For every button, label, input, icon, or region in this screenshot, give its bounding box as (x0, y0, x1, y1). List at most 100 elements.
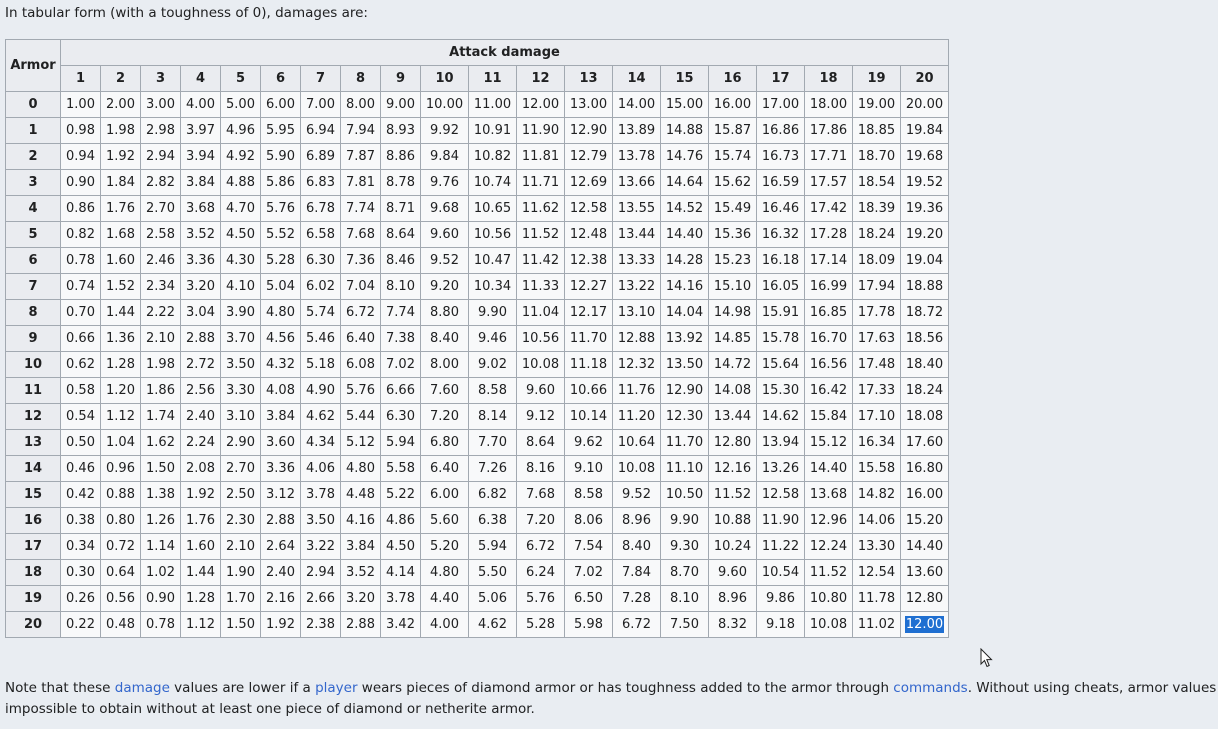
damage-cell: 4.30 (220, 247, 261, 274)
damage-cell: 12.27 (564, 273, 613, 300)
player-link[interactable]: player (315, 680, 357, 696)
damage-link[interactable]: damage (115, 680, 170, 696)
damage-cell: 8.96 (708, 585, 757, 612)
damage-cell: 14.40 (900, 533, 949, 560)
damage-cell: 13.68 (804, 481, 853, 508)
damage-cell: 16.56 (804, 351, 853, 378)
damage-cell: 2.70 (220, 455, 261, 482)
damage-cell: 12.58 (756, 481, 805, 508)
damage-cell: 7.70 (468, 429, 517, 456)
damage-cell: 14.16 (660, 273, 709, 300)
damage-cell: 10.34 (468, 273, 517, 300)
table-row: 13 0.50 1.04 1.62 2.24 2.90 3.60 4.34 5.12 5.94 6.… (5, 429, 949, 456)
damage-cell: 10.56 (468, 221, 517, 248)
damage-cell: 16.85 (804, 299, 853, 326)
damage-cell: 3.84 (260, 403, 301, 430)
damage-cell: 15.12 (804, 429, 853, 456)
damage-cell: 3.84 (180, 169, 221, 196)
damage-cell: 1.68 (100, 221, 141, 248)
damage-cell: 9.46 (468, 325, 517, 352)
armor-value-cell: 12 (5, 403, 61, 430)
damage-cell: 4.62 (468, 611, 517, 638)
damage-cell: 6.50 (564, 585, 613, 612)
note-text-1: Note that these (5, 680, 115, 696)
damage-cell: 0.94 (60, 143, 101, 170)
damage-cell: 2.10 (140, 325, 181, 352)
armor-value-cell: 9 (5, 325, 61, 352)
armor-value-cell: 8 (5, 299, 61, 326)
damage-cell: 0.34 (60, 533, 101, 560)
damage-cell: 20.00 (900, 91, 949, 118)
damage-cell: 5.90 (260, 143, 301, 170)
damage-cell: 11.10 (660, 455, 709, 482)
damage-cell: 11.42 (516, 247, 565, 274)
damage-cell: 11.62 (516, 195, 565, 222)
damage-cell: 9.10 (564, 455, 613, 482)
damage-cell: 8.14 (468, 403, 517, 430)
damage-cell: 0.46 (60, 455, 101, 482)
damage-cell: 1.00 (60, 91, 101, 118)
damage-cell: 16.70 (804, 325, 853, 352)
commands-link[interactable]: commands (893, 680, 967, 696)
damage-cell: 12.24 (804, 533, 853, 560)
table-header-row-columns: 1 2 3 4 5 6 7 8 9 10 11 12 13 14 15 16 17 18 19 20 (6, 65, 949, 92)
damage-cell: 4.48 (340, 481, 381, 508)
damage-cell: 1.38 (140, 481, 181, 508)
column-header-11: 11 (468, 65, 517, 92)
damage-cell: 12.80 (708, 429, 757, 456)
damage-cell: 7.00 (300, 91, 341, 118)
damage-cell: 0.66 (60, 325, 101, 352)
damage-cell: 7.68 (516, 481, 565, 508)
damage-cell: 1.20 (100, 377, 141, 404)
damage-cell: 15.64 (756, 351, 805, 378)
damage-cell: 7.28 (612, 585, 661, 612)
damage-cell: 3.78 (300, 481, 341, 508)
damage-cell: 9.90 (660, 507, 709, 534)
selected-text: 12.00 (904, 616, 945, 633)
damage-cell: 13.92 (660, 325, 709, 352)
damage-cell: 14.52 (660, 195, 709, 222)
damage-cell: 11.52 (804, 559, 853, 586)
damage-cell: 18.00 (804, 91, 853, 118)
damage-cell: 17.48 (852, 351, 901, 378)
column-header-16: 16 (708, 65, 757, 92)
damage-cell: 16.99 (804, 273, 853, 300)
column-header-9: 9 (380, 65, 421, 92)
damage-cell: 9.90 (468, 299, 517, 326)
damage-cell: 0.80 (100, 507, 141, 534)
damage-cell: 6.40 (340, 325, 381, 352)
damage-cell: 10.74 (468, 169, 517, 196)
damage-cell: 6.72 (612, 611, 661, 638)
damage-cell: 2.38 (300, 611, 341, 638)
damage-cell: 15.78 (756, 325, 805, 352)
damage-cell: 12.96 (804, 507, 853, 534)
damage-cell: 9.92 (420, 117, 469, 144)
damage-cell: 8.10 (660, 585, 709, 612)
damage-cell: 5.46 (300, 325, 341, 352)
damage-cell: 5.28 (516, 611, 565, 638)
damage-cell: 9.00 (380, 91, 421, 118)
damage-cell: 3.50 (220, 351, 261, 378)
damage-cell: 8.32 (708, 611, 757, 638)
damage-cell: 0.90 (60, 169, 101, 196)
damage-cell: 1.12 (100, 403, 141, 430)
damage-cell: 7.60 (420, 377, 469, 404)
damage-cell: 3.90 (220, 299, 261, 326)
damage-cell: 18.56 (900, 325, 949, 352)
damage-cell: 4.14 (380, 559, 421, 586)
damage-cell: 14.82 (852, 481, 901, 508)
damage-cell: 10.91 (468, 117, 517, 144)
damage-cell: 1.98 (100, 117, 141, 144)
damage-cell: 12.00 (516, 91, 565, 118)
damage-cell: 11.52 (516, 221, 565, 248)
damage-cell: 7.50 (660, 611, 709, 638)
damage-cell: 4.80 (420, 559, 469, 586)
damage-cell: 16.05 (756, 273, 805, 300)
damage-cell: 0.22 (60, 611, 101, 638)
damage-cell: 16.46 (756, 195, 805, 222)
damage-cell: 6.82 (468, 481, 517, 508)
damage-cell: 8.70 (660, 559, 709, 586)
damage-cell: 14.06 (852, 507, 901, 534)
damage-cell: 3.30 (220, 377, 261, 404)
table-row: 20 0.22 0.48 0.78 1.12 1.50 1.92 2.38 2.88 3.42 4.… (5, 611, 949, 638)
